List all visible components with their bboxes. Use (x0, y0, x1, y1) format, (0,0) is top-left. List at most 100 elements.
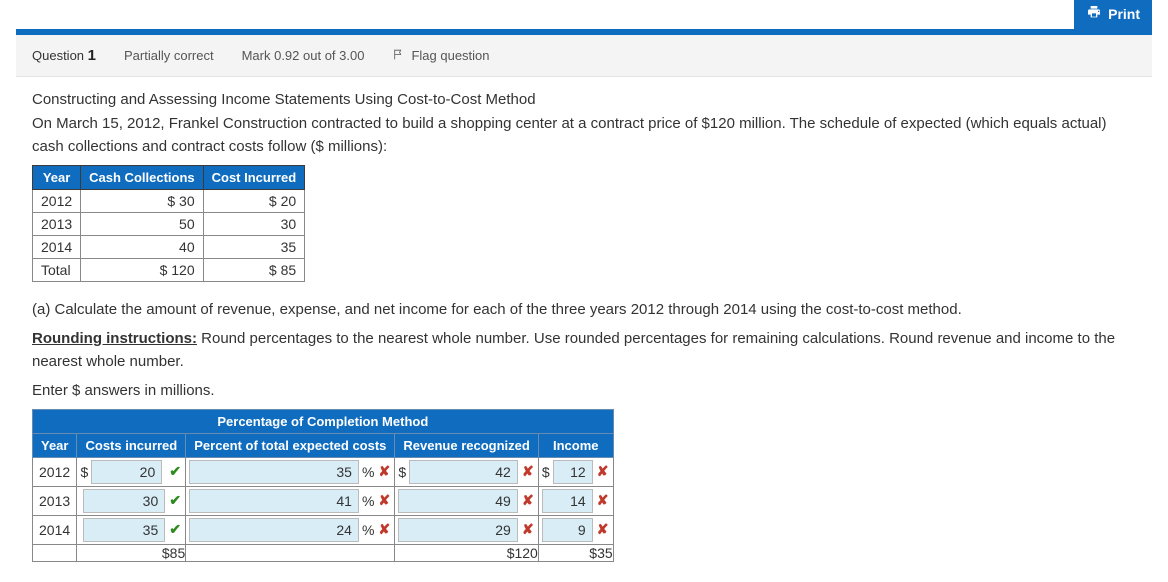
question-intro: On March 15, 2012, Frankel Construction … (32, 112, 1136, 159)
total-rev: $120 (395, 544, 538, 561)
prefix: $ (542, 464, 550, 480)
flag-icon (392, 48, 405, 64)
answer-input[interactable]: 30 (83, 489, 165, 513)
cross-icon: ✘ (596, 521, 610, 538)
answer-row: 2013 30 ✔ 41 % ✘ (33, 486, 614, 515)
rounding-label: Rounding instructions: (32, 330, 197, 347)
cell-costs: 30 ✔ (77, 486, 186, 515)
question-number-block: Question 1 (32, 47, 96, 64)
cross-icon: ✘ (377, 521, 391, 538)
suffix: % (362, 493, 374, 509)
col-year: Year (33, 165, 81, 189)
question-content: Constructing and Assessing Income Statem… (16, 76, 1152, 582)
answer-input[interactable]: 9 (542, 518, 593, 542)
table-row: 2014 40 35 (33, 235, 305, 258)
cell-year: 2012 (33, 457, 77, 486)
cell-cost: 30 (203, 212, 305, 235)
cross-icon: ✘ (521, 492, 535, 509)
check-icon: ✔ (168, 463, 182, 480)
cell-costs: $ 20 ✔ (77, 457, 186, 486)
answer-input[interactable]: 14 (542, 489, 593, 513)
cell-cash: $ 30 (81, 189, 203, 212)
cell-cash: 50 (81, 212, 203, 235)
print-row: Print (0, 0, 1168, 29)
total-costs: $85 (77, 544, 186, 561)
col-inc: Income (538, 433, 613, 457)
col-costs: Costs incurred (77, 433, 186, 457)
cross-icon: ✘ (377, 463, 391, 480)
col-pct: Percent of total expected costs (186, 433, 395, 457)
enter-instructions: Enter $ answers in millions. (32, 379, 1136, 402)
question-title: Constructing and Assessing Income Statem… (32, 91, 1136, 108)
col-year: Year (33, 433, 77, 457)
cell-inc: $ 12 ✘ (538, 457, 613, 486)
cell-costs: 35 ✔ (77, 515, 186, 544)
cell-year: 2013 (33, 212, 81, 235)
answer-input[interactable]: 49 (398, 489, 517, 513)
table-row-total: Total $ 120 $ 85 (33, 258, 305, 281)
answer-input[interactable]: 12 (553, 460, 593, 484)
answer-row: 2012 $ 20 ✔ 35 % ✘ (33, 457, 614, 486)
answer-row: 2014 35 ✔ 24 % ✘ (33, 515, 614, 544)
cell-rev: $ 42 ✘ (395, 457, 538, 486)
cell-cash: 40 (81, 235, 203, 258)
cross-icon: ✘ (521, 463, 535, 480)
cell-cash: $ 120 (81, 258, 203, 281)
answer-row-total: $85 $120 $35 (33, 544, 614, 561)
table-header-row: Year Costs incurred Percent of total exp… (33, 433, 614, 457)
question-status: Partially correct (124, 48, 214, 63)
rounding-instructions: Rounding instructions: Round percentages… (32, 327, 1136, 374)
answer-input[interactable]: 35 (83, 518, 165, 542)
cell-rev: 49 ✘ (395, 486, 538, 515)
print-button[interactable]: Print (1074, 0, 1152, 29)
total-inc: $35 (538, 544, 613, 561)
schedule-table: Year Cash Collections Cost Incurred 2012… (32, 165, 305, 282)
cell-inc: 14 ✘ (538, 486, 613, 515)
table-row: 2012 $ 30 $ 20 (33, 189, 305, 212)
answer-table: Percentage of Completion Method Year Cos… (32, 409, 614, 562)
cell-pct: 35 % ✘ (186, 457, 395, 486)
cell-pct: 41 % ✘ (186, 486, 395, 515)
cell-year: 2012 (33, 189, 81, 212)
flag-question-link[interactable]: Flag question (392, 48, 489, 64)
cell-year: 2014 (33, 515, 77, 544)
print-label: Print (1108, 6, 1140, 22)
prefix: $ (80, 464, 88, 480)
print-icon (1086, 4, 1102, 23)
table-super-header: Percentage of Completion Method (33, 409, 614, 433)
cell-cost: $ 20 (203, 189, 305, 212)
check-icon: ✔ (168, 492, 182, 509)
cross-icon: ✘ (596, 492, 610, 509)
super-header: Percentage of Completion Method (33, 409, 614, 433)
suffix: % (362, 522, 374, 538)
question-number: 1 (88, 47, 96, 64)
answer-input[interactable]: 20 (91, 460, 162, 484)
col-cash: Cash Collections (81, 165, 203, 189)
cell-year: Total (33, 258, 81, 281)
check-icon: ✔ (168, 521, 182, 538)
suffix: % (362, 464, 374, 480)
part-a-text: (a) Calculate the amount of revenue, exp… (32, 298, 1136, 321)
cell-cost: $ 85 (203, 258, 305, 281)
answer-input[interactable]: 41 (189, 489, 359, 513)
page: Print Question 1 Partially correct Mark … (0, 0, 1168, 582)
answer-input[interactable]: 35 (189, 460, 359, 484)
total-pct-blank (186, 544, 395, 561)
cell-year: 2013 (33, 486, 77, 515)
prefix: $ (398, 464, 406, 480)
answer-input[interactable]: 24 (189, 518, 359, 542)
col-cost: Cost Incurred (203, 165, 305, 189)
col-rev: Revenue recognized (395, 433, 538, 457)
question-mark: Mark 0.92 out of 3.00 (242, 48, 365, 63)
cell-rev: 29 ✘ (395, 515, 538, 544)
cell-year: 2014 (33, 235, 81, 258)
cross-icon: ✘ (377, 492, 391, 509)
flag-text: Flag question (411, 48, 489, 63)
cross-icon: ✘ (596, 463, 610, 480)
table-header-row: Year Cash Collections Cost Incurred (33, 165, 305, 189)
question-header: Question 1 Partially correct Mark 0.92 o… (16, 35, 1152, 76)
answer-input[interactable]: 29 (398, 518, 517, 542)
answer-input[interactable]: 42 (409, 460, 518, 484)
cell-year-blank (33, 544, 77, 561)
table-row: 2013 50 30 (33, 212, 305, 235)
